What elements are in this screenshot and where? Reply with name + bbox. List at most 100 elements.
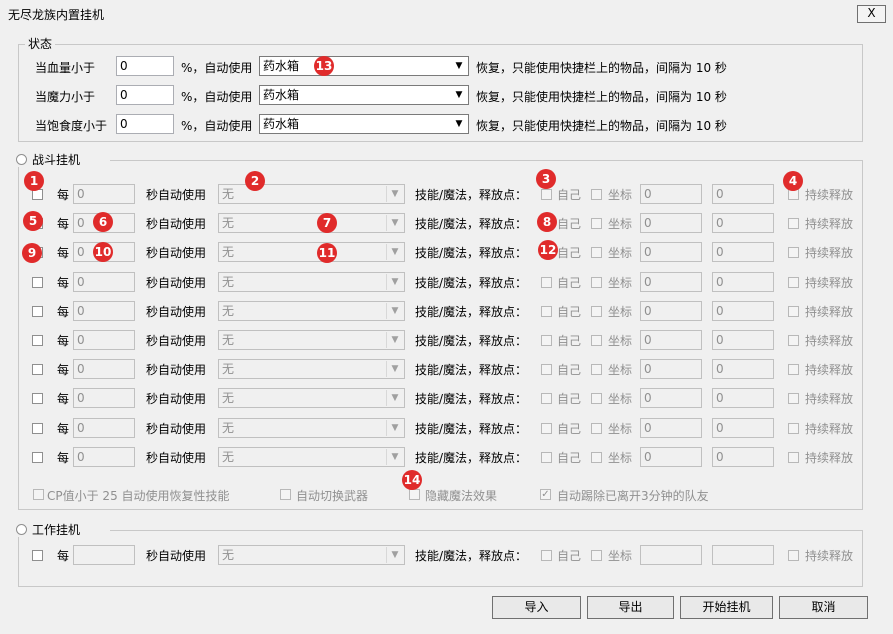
coord-checkbox[interactable] (591, 423, 602, 434)
battle-row-checkbox[interactable] (32, 452, 43, 463)
coord-x-input[interactable]: 0 (640, 272, 702, 292)
sustain-checkbox[interactable] (788, 218, 799, 229)
coord-y-input[interactable]: 0 (712, 418, 774, 438)
coord-checkbox[interactable] (591, 277, 602, 288)
battle-row-checkbox[interactable] (32, 277, 43, 288)
battle-row-checkbox[interactable] (32, 306, 43, 317)
work-coord-x-input[interactable] (640, 545, 702, 565)
coord-x-input[interactable]: 0 (640, 242, 702, 262)
auto-weapon-checkbox[interactable] (280, 489, 291, 500)
sustain-label: 持续释放 (805, 276, 854, 290)
sustain-checkbox[interactable] (788, 277, 799, 288)
sustain-checkbox[interactable] (788, 452, 799, 463)
threshold-input[interactable]: 0 (116, 56, 174, 76)
coord-y-input[interactable]: 0 (712, 388, 774, 408)
coord-checkbox[interactable] (591, 189, 602, 200)
skill-select[interactable]: 无 ▼ (218, 242, 405, 262)
start-button[interactable]: 开始挂机 (680, 596, 773, 619)
threshold-input[interactable]: 0 (116, 114, 174, 134)
work-sustain-checkbox[interactable] (788, 550, 799, 561)
skill-select[interactable]: 无 ▼ (218, 272, 405, 292)
work-interval-input[interactable] (73, 545, 135, 565)
coord-checkbox[interactable] (591, 247, 602, 258)
sustain-checkbox[interactable] (788, 247, 799, 258)
battle-row-checkbox[interactable] (32, 335, 43, 346)
coord-y-input[interactable]: 0 (712, 359, 774, 379)
coord-checkbox[interactable] (591, 452, 602, 463)
coord-x-input[interactable]: 0 (640, 330, 702, 350)
self-checkbox[interactable] (541, 277, 552, 288)
hide-effect-checkbox[interactable] (409, 489, 420, 500)
item-select[interactable]: 药水箱 ▼ (259, 114, 469, 134)
sustain-checkbox[interactable] (788, 364, 799, 375)
interval-input[interactable]: 0 (73, 301, 135, 321)
interval-input[interactable]: 0 (73, 184, 135, 204)
item-select[interactable]: 药水箱 ▼ (259, 56, 469, 76)
skill-select[interactable]: 无 ▼ (218, 388, 405, 408)
work-skill-select[interactable]: 无 ▼ (218, 545, 405, 565)
self-checkbox[interactable] (541, 364, 552, 375)
self-checkbox[interactable] (541, 452, 552, 463)
import-button[interactable]: 导入 (492, 596, 581, 619)
coord-y-input[interactable]: 0 (712, 447, 774, 467)
interval-input[interactable]: 0 (73, 447, 135, 467)
skill-select[interactable]: 无 ▼ (218, 213, 405, 233)
coord-y-input[interactable]: 0 (712, 184, 774, 204)
battle-row-checkbox[interactable] (32, 423, 43, 434)
interval-input[interactable]: 0 (73, 272, 135, 292)
threshold-input[interactable]: 0 (116, 85, 174, 105)
coord-label: 坐标 (608, 451, 633, 465)
coord-checkbox[interactable] (591, 306, 602, 317)
skill-select[interactable]: 无 ▼ (218, 301, 405, 321)
coord-y-input[interactable]: 0 (712, 272, 774, 292)
self-checkbox[interactable] (541, 189, 552, 200)
sustain-checkbox[interactable] (788, 306, 799, 317)
self-checkbox[interactable] (541, 306, 552, 317)
interval-input[interactable]: 0 (73, 418, 135, 438)
work-coord-checkbox[interactable] (591, 550, 602, 561)
interval-input[interactable]: 0 (73, 330, 135, 350)
skill-select[interactable]: 无 ▼ (218, 359, 405, 379)
self-checkbox[interactable] (541, 393, 552, 404)
coord-checkbox[interactable] (591, 218, 602, 229)
sustain-checkbox[interactable] (788, 423, 799, 434)
coord-x-input[interactable]: 0 (640, 359, 702, 379)
interval-input[interactable]: 0 (73, 388, 135, 408)
close-button[interactable]: X (857, 5, 886, 23)
cp-recover-checkbox[interactable] (33, 489, 44, 500)
coord-x-input[interactable]: 0 (640, 301, 702, 321)
auto-kick-checkbox[interactable]: ✓ (540, 489, 551, 500)
cancel-button[interactable]: 取消 (779, 596, 868, 619)
interval-input[interactable]: 0 (73, 359, 135, 379)
coord-y-input[interactable]: 0 (712, 330, 774, 350)
work-mode-radio[interactable] (16, 524, 27, 535)
item-select[interactable]: 药水箱 ▼ (259, 85, 469, 105)
self-checkbox[interactable] (541, 335, 552, 346)
coord-y-input[interactable]: 0 (712, 213, 774, 233)
coord-y-input[interactable]: 0 (712, 301, 774, 321)
coord-checkbox[interactable] (591, 335, 602, 346)
battle-row-checkbox[interactable] (32, 393, 43, 404)
skill-select[interactable]: 无 ▼ (218, 330, 405, 350)
coord-checkbox[interactable] (591, 364, 602, 375)
coord-x-input[interactable]: 0 (640, 184, 702, 204)
coord-x-input[interactable]: 0 (640, 447, 702, 467)
coord-x-input[interactable]: 0 (640, 388, 702, 408)
coord-x-input[interactable]: 0 (640, 418, 702, 438)
sustain-checkbox[interactable] (788, 393, 799, 404)
cp-recover-label: CP值小于 25 自动使用恢复性技能 (47, 489, 230, 503)
sustain-checkbox[interactable] (788, 335, 799, 346)
skill-select[interactable]: 无 ▼ (218, 447, 405, 467)
skill-select[interactable]: 无 ▼ (218, 418, 405, 438)
work-self-checkbox[interactable] (541, 550, 552, 561)
battle-mode-radio[interactable] (16, 154, 27, 165)
coord-label: 坐标 (608, 334, 633, 348)
work-coord-y-input[interactable] (712, 545, 774, 565)
self-checkbox[interactable] (541, 423, 552, 434)
battle-row-checkbox[interactable] (32, 364, 43, 375)
export-button[interactable]: 导出 (587, 596, 674, 619)
coord-x-input[interactable]: 0 (640, 213, 702, 233)
coord-checkbox[interactable] (591, 393, 602, 404)
work-enable-checkbox[interactable] (32, 550, 43, 561)
coord-y-input[interactable]: 0 (712, 242, 774, 262)
